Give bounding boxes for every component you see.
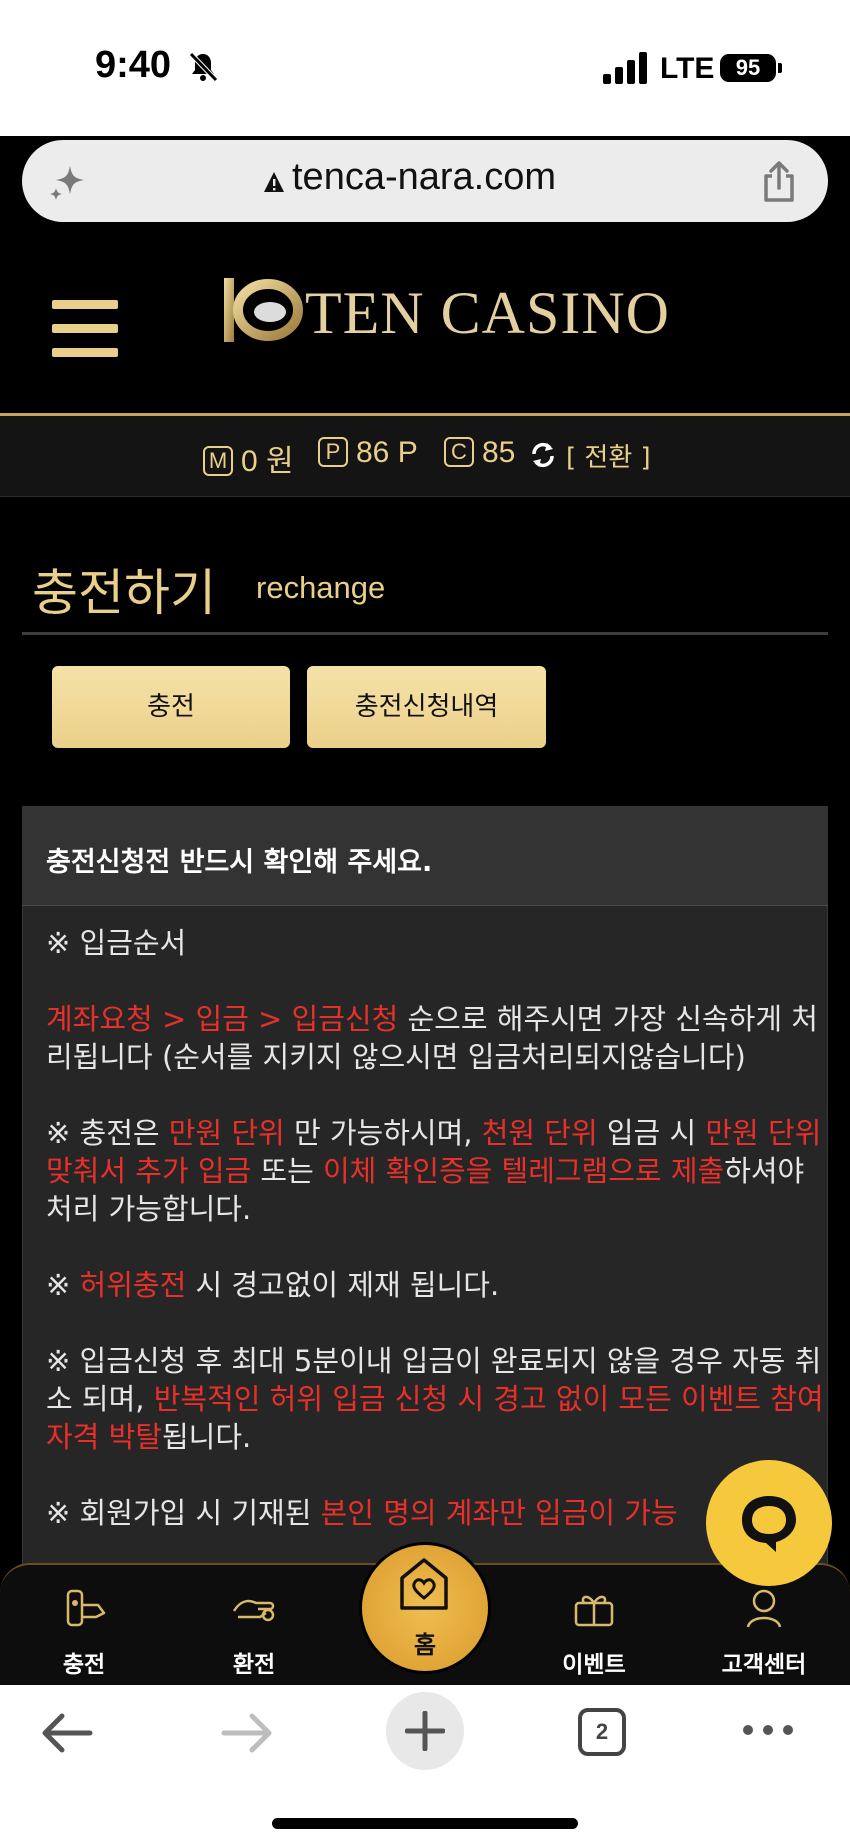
notice-item: ※ 입금순서 (46, 924, 836, 962)
tabs-button[interactable]: 2 (578, 1708, 626, 1756)
support-agent-icon (746, 1589, 782, 1628)
logo-icon (224, 278, 304, 342)
chat-button[interactable] (706, 1460, 832, 1586)
chat-bubble-icon (742, 1496, 796, 1552)
exchange-icon (232, 1599, 275, 1622)
gift-icon (574, 1595, 614, 1627)
charge-icon (66, 1589, 106, 1627)
notice-highlight: 천원 단위 (481, 1116, 598, 1150)
silent-bell-icon (189, 52, 218, 82)
switch-link[interactable]: [ 전환 ] (566, 437, 651, 474)
back-arrow-icon[interactable] (40, 1710, 94, 1756)
hamburger-menu-icon[interactable] (52, 300, 118, 360)
battery-icon: 95 (720, 54, 776, 82)
nav-charge[interactable]: 충전 (24, 1563, 144, 1685)
url-text[interactable]: tenca-nara.com (292, 156, 556, 199)
coin-value: 85 (482, 436, 516, 469)
warning-icon (264, 172, 284, 192)
battery-tip (778, 63, 782, 73)
notice-text: 시 경고없이 제재 됩니다. (186, 1268, 500, 1302)
money-value: 0 원 (241, 445, 294, 478)
charge-history-button[interactable]: 충전신청내역 (307, 666, 546, 748)
point-value: 86 P (356, 436, 418, 469)
money-badge: M (203, 446, 233, 476)
point-balance: P 86 P (318, 436, 418, 470)
nav-event[interactable]: 이벤트 (534, 1563, 654, 1685)
notice-highlight: 만원 단위 (168, 1116, 285, 1150)
balance-bar (0, 416, 850, 497)
page-title: 충전하기 (32, 564, 216, 622)
plus-icon (405, 1711, 445, 1751)
point-badge: P (318, 437, 348, 467)
notice-text: 입금 시 (597, 1116, 706, 1150)
brand-name[interactable]: TEN CASINO (305, 279, 670, 348)
nav-label: 충전 (62, 1652, 106, 1678)
notice-highlight: 허위충전 (79, 1268, 187, 1302)
notice-item: 계좌요청 > 입금 > 입금신청 순으로 해주시면 가장 신속하게 처리됩니다 … (46, 1000, 836, 1076)
notice-item: ※ 충전은 만원 단위 만 가능하시며, 천원 단위 입금 시 만원 단위 맞춰… (46, 1114, 836, 1228)
status-time: 9:40 (95, 44, 172, 86)
nav-home-label: 홈 (413, 1631, 437, 1659)
sparkle-icon[interactable] (46, 160, 88, 202)
notice-text: 또는 (251, 1154, 323, 1188)
home-heart-icon[interactable] (396, 1556, 452, 1616)
new-tab-button[interactable] (386, 1692, 464, 1770)
notice-item: ※ 입금신청 후 최대 5분이내 입금이 완료되지 않을 경우 자동 취소 되며… (46, 1342, 836, 1456)
money-balance: M 0 원 (203, 436, 294, 480)
notice-item: ※ 허위충전 시 경고없이 제재 됩니다. (46, 1266, 836, 1304)
notice-body: ※ 입금순서 계좌요청 > 입금 > 입금신청 순으로 해주시면 가장 신속하게… (46, 924, 836, 1570)
share-icon[interactable] (758, 160, 800, 204)
notice-heading: 충전신청전 반드시 확인해 주세요. (46, 847, 433, 878)
notice-text: ※ 충전은 (46, 1116, 169, 1150)
notice-text: 만 가능하시며, (284, 1116, 482, 1150)
charge-button[interactable]: 충전 (52, 666, 290, 748)
coin-balance: C 85 (444, 436, 515, 470)
notice-text: 됩니다. (161, 1420, 252, 1454)
refresh-icon[interactable] (529, 440, 557, 470)
page-subtitle: rechange (256, 570, 386, 605)
notice-text: ※ (46, 1268, 80, 1302)
notice-highlight: 본인 명의 계좌만 입금이 가능 (320, 1496, 678, 1530)
notice-highlight: 계좌요청 > 입금 > 입금신청 (46, 1002, 399, 1036)
nav-label: 이벤트 (562, 1652, 626, 1678)
home-indicator (272, 1818, 578, 1829)
forward-arrow-icon[interactable] (220, 1710, 274, 1756)
notice-text: ※ 회원가입 시 기재된 (46, 1496, 321, 1530)
notice-highlight: 이체 확인증을 텔레그램으로 제출 (323, 1154, 725, 1188)
network-label: LTE (660, 52, 715, 85)
nav-exchange[interactable]: 환전 (194, 1563, 314, 1685)
coin-badge: C (444, 437, 474, 467)
signal-icon (603, 52, 647, 84)
nav-label: 환전 (232, 1652, 276, 1678)
title-divider (22, 632, 828, 635)
notice-text: ※ 입금순서 (46, 926, 187, 960)
more-dots-icon[interactable] (740, 1720, 796, 1740)
nav-label: 고객센터 (721, 1652, 807, 1678)
